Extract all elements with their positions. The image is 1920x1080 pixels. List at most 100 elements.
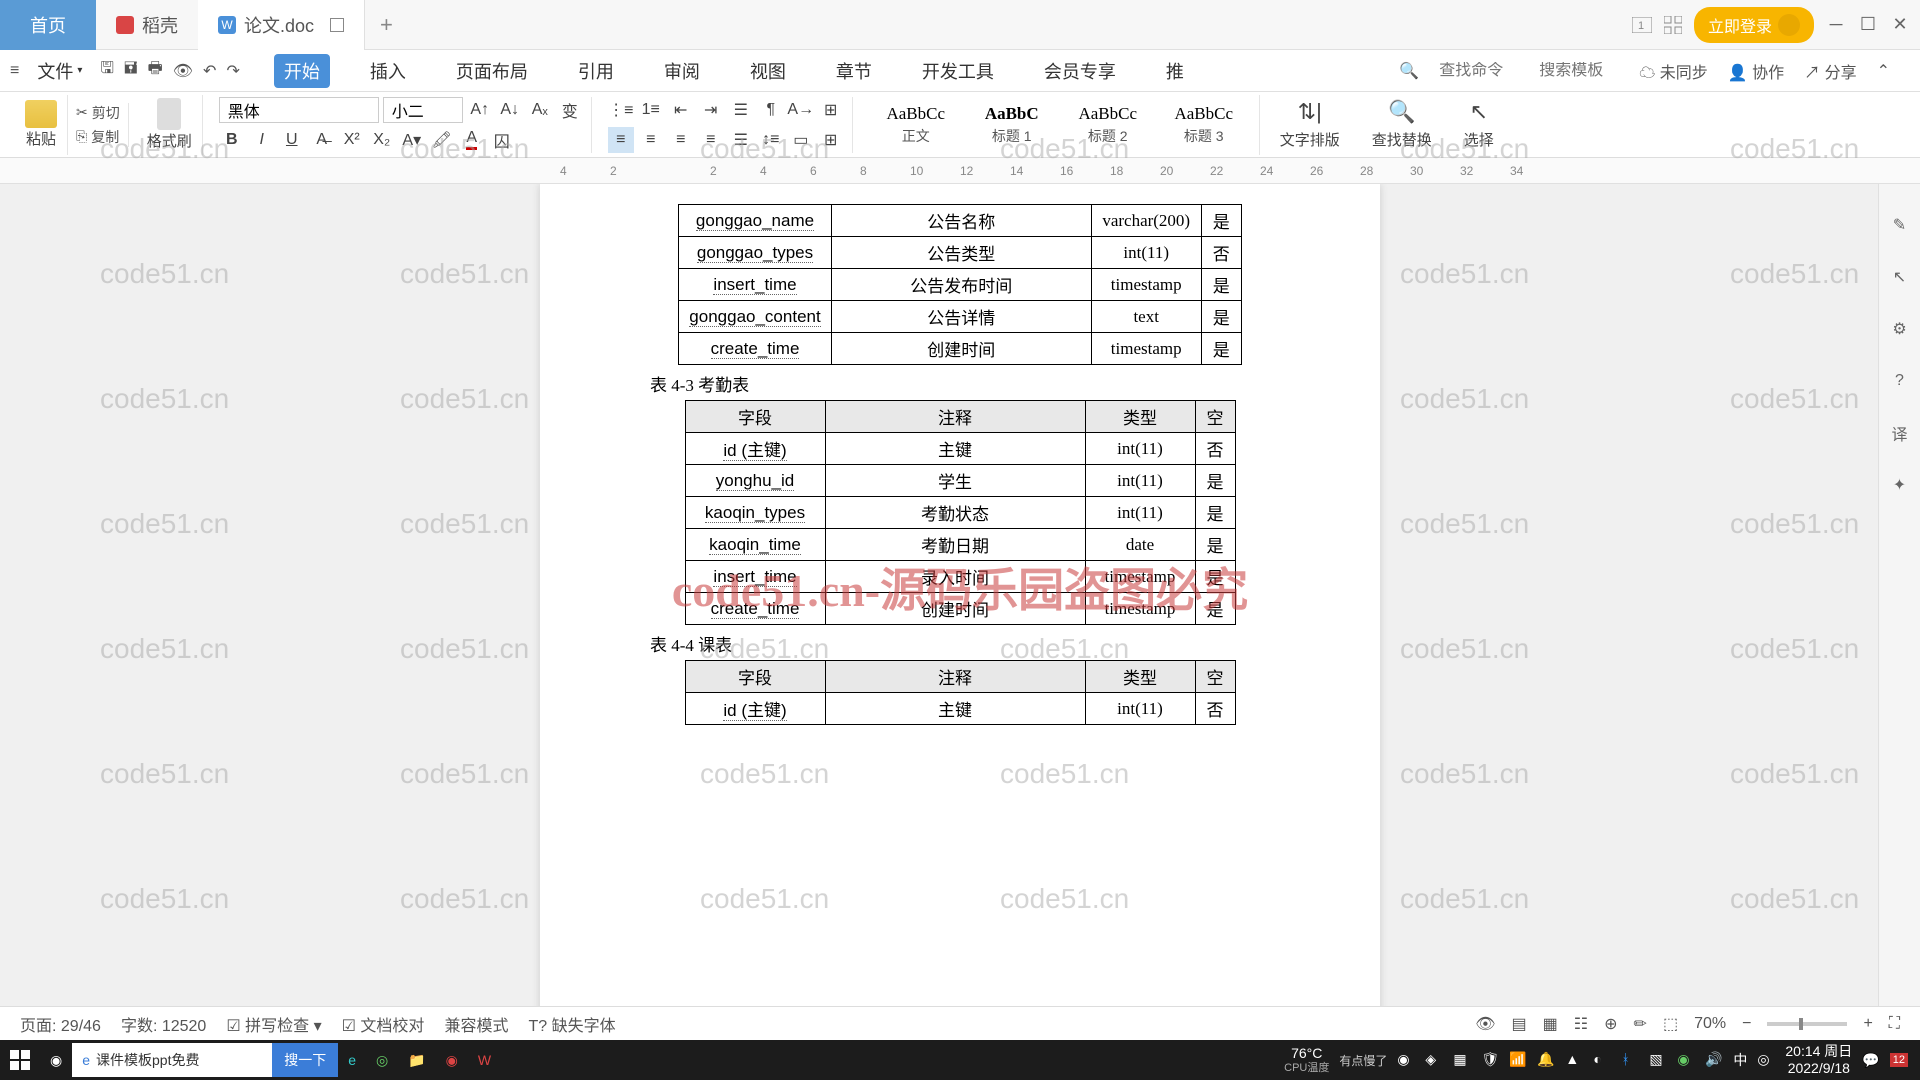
highlight-icon[interactable]: 🖍 xyxy=(429,127,455,153)
close-button[interactable]: ✕ xyxy=(1890,15,1910,35)
outline-view-icon[interactable]: ☷ xyxy=(1574,1014,1588,1034)
zoom-in-icon[interactable]: + xyxy=(1863,1015,1872,1033)
missing-fonts[interactable]: T? 缺失字体 xyxy=(528,1012,615,1036)
weather-widget[interactable]: 76°C CPU温度 xyxy=(1284,1046,1329,1073)
grid-icon[interactable] xyxy=(1664,16,1682,34)
tray-icon-1[interactable]: ◉ xyxy=(1397,1051,1415,1069)
help-icon[interactable]: ? xyxy=(1889,370,1911,392)
show-marks-icon[interactable]: ¶ xyxy=(758,97,784,123)
shading-icon[interactable]: ▭ xyxy=(788,127,814,153)
volume-icon[interactable]: 🔊 xyxy=(1705,1051,1723,1069)
format-painter-icon[interactable] xyxy=(157,98,181,130)
menu-vip[interactable]: 会员专享 xyxy=(1034,54,1126,88)
zoom-slider[interactable] xyxy=(1767,1022,1847,1026)
subscript-button[interactable]: X₂ xyxy=(369,127,395,153)
align-left-icon[interactable]: ≡ xyxy=(608,127,634,153)
spellcheck-toggle[interactable]: ☑ 拼写检查 ▾ xyxy=(226,1012,321,1036)
print-icon[interactable]: 🖶 xyxy=(148,57,163,84)
notification-badge[interactable]: 12 xyxy=(1890,1053,1908,1067)
fullscreen-icon[interactable]: ⛶ xyxy=(1889,1015,1900,1033)
notification-icon[interactable]: 💬 xyxy=(1862,1052,1879,1069)
menu-insert[interactable]: 插入 xyxy=(360,54,416,88)
compat-mode[interactable]: 兼容模式 xyxy=(444,1012,508,1036)
read-view-icon[interactable]: ▤ xyxy=(1512,1014,1527,1034)
align-justify-icon[interactable]: ≡ xyxy=(698,127,724,153)
page-indicator[interactable]: 页面: 29/46 xyxy=(20,1012,101,1036)
word-count[interactable]: 字数: 12520 xyxy=(121,1012,206,1036)
tray-icon-5[interactable]: 📶 xyxy=(1509,1051,1527,1069)
tray-icon-9[interactable]: ▧ xyxy=(1649,1051,1667,1069)
strikethrough-button[interactable]: A̶ xyxy=(309,127,335,153)
save-as-icon[interactable]: 🖬 xyxy=(124,57,138,84)
bold-button[interactable]: B xyxy=(219,127,245,153)
cloud-unsync[interactable]: ☁ 未同步 xyxy=(1639,59,1707,83)
tray-icon-4[interactable]: 🛡 xyxy=(1481,1051,1499,1069)
cursor-icon[interactable]: ↖ xyxy=(1889,266,1911,288)
italic-button[interactable]: I xyxy=(249,127,275,153)
bluetooth-icon[interactable]: ᚼ xyxy=(1621,1051,1639,1069)
copy-button[interactable]: ⎘ 复制 xyxy=(76,127,120,147)
style-0[interactable]: AaBbCc正文 xyxy=(871,98,961,152)
style-1[interactable]: AaBbC标题 1 xyxy=(967,98,1057,152)
fit-width-icon[interactable]: ⬚ xyxy=(1663,1014,1678,1034)
slider-icon[interactable]: ⚙ xyxy=(1889,318,1911,340)
print-preview-icon[interactable]: 👁 xyxy=(173,61,193,81)
menu-devtools[interactable]: 开发工具 xyxy=(912,54,1004,88)
cut-button[interactable]: ✂ 剪切 xyxy=(76,103,120,123)
align-center-icon[interactable]: ≡ xyxy=(638,127,664,153)
select-button[interactable]: ↖选择 xyxy=(1452,99,1506,150)
grow-font-icon[interactable]: A↑ xyxy=(467,97,493,123)
collab-button[interactable]: 👤 协作 xyxy=(1728,59,1784,83)
menu-more[interactable]: 推 xyxy=(1156,54,1194,88)
clock[interactable]: 20:14 周日 2022/9/18 xyxy=(1785,1043,1852,1077)
minimize-button[interactable]: ─ xyxy=(1826,15,1846,35)
web-view-icon[interactable]: ⊕ xyxy=(1604,1014,1617,1034)
tray-icon-6[interactable]: 🔔 xyxy=(1537,1051,1555,1069)
tray-icon-2[interactable]: ◈ xyxy=(1425,1051,1443,1069)
line-spacing-icon[interactable]: ↕≡ xyxy=(758,127,784,153)
tray-icon-10[interactable]: ◉ xyxy=(1677,1051,1695,1069)
tools-icon[interactable]: ✦ xyxy=(1889,474,1911,496)
tab-daoke[interactable]: 稻壳 xyxy=(96,0,198,50)
tab-document[interactable]: W 论文.doc xyxy=(198,0,365,50)
tab-restore-icon[interactable] xyxy=(330,18,344,32)
pencil-icon[interactable]: ✎ xyxy=(1889,214,1911,236)
tray-icon-8[interactable]: ◐ xyxy=(1593,1051,1611,1069)
collapse-ribbon-icon[interactable]: ⌃ xyxy=(1877,61,1890,81)
undo-icon[interactable]: ↶ xyxy=(203,61,216,81)
search-icon[interactable]: 🔍 xyxy=(1399,61,1419,81)
text-layout-button[interactable]: ⇅|文字排版 xyxy=(1268,99,1352,150)
font-name-select[interactable] xyxy=(219,97,379,123)
menu-view[interactable]: 视图 xyxy=(740,54,796,88)
superscript-button[interactable]: X² xyxy=(339,127,365,153)
share-button[interactable]: ↗ 分享 xyxy=(1804,59,1856,83)
style-2[interactable]: AaBbCc标题 2 xyxy=(1063,98,1153,152)
proofread-toggle[interactable]: ☑ 文档校对 xyxy=(342,1012,425,1036)
login-button[interactable]: 立即登录 xyxy=(1694,7,1814,43)
find-replace-button[interactable]: 🔍查找替换 xyxy=(1360,99,1444,150)
search-template-input[interactable] xyxy=(1539,62,1619,80)
clear-format-icon[interactable]: Aₓ xyxy=(527,97,553,123)
paste-label[interactable]: 粘贴 xyxy=(26,128,56,149)
task-360[interactable]: ◎ xyxy=(366,1040,398,1080)
taskbar-search[interactable]: e 课件模板ppt免费 xyxy=(72,1043,272,1077)
task-ie[interactable]: e xyxy=(338,1040,366,1080)
search-button[interactable]: 搜一下 xyxy=(272,1043,338,1077)
format-painter-label[interactable]: 格式刷 xyxy=(147,130,192,151)
numbering-icon[interactable]: 1≡ xyxy=(638,97,664,123)
increase-indent-icon[interactable]: ⇥ xyxy=(698,97,724,123)
text-effects-icon[interactable]: A▾ xyxy=(399,127,425,153)
redo-icon[interactable]: ↷ xyxy=(226,61,239,81)
translate-icon[interactable]: 译 xyxy=(1889,422,1911,444)
file-menu[interactable]: 文件 ▾ xyxy=(29,58,90,84)
tray-icon-11[interactable]: ◎ xyxy=(1757,1051,1775,1069)
menu-references[interactable]: 引用 xyxy=(568,54,624,88)
phonetic-icon[interactable]: 变 xyxy=(557,97,583,123)
search-command-input[interactable] xyxy=(1439,62,1519,80)
bullets-icon[interactable]: ⋮≡ xyxy=(608,97,634,123)
tray-icon-7[interactable]: ▲ xyxy=(1565,1051,1583,1069)
menu-review[interactable]: 审阅 xyxy=(654,54,710,88)
maximize-button[interactable]: ☐ xyxy=(1858,15,1878,35)
menu-chapter[interactable]: 章节 xyxy=(826,54,882,88)
tab-home[interactable]: 首页 xyxy=(0,0,96,50)
